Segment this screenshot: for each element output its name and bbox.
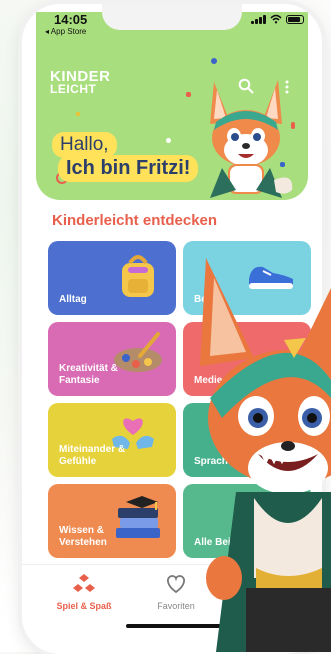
- signal-icon: [251, 14, 266, 24]
- confetti: [211, 58, 217, 64]
- fritzi-fox-mascot-large: [200, 258, 331, 652]
- back-to-app-store-link[interactable]: ◂ App Store: [45, 27, 86, 36]
- category-tile-miteinander-gefuehle[interactable]: Miteinander & Gefühle: [48, 403, 176, 477]
- backpack-icon: [122, 255, 154, 297]
- category-tile-alltag[interactable]: Alltag: [48, 241, 176, 315]
- tile-label: Wissen & Verstehen: [59, 525, 107, 548]
- tile-label: Kreativität & Fantasie: [59, 363, 118, 386]
- confetti: [76, 112, 80, 116]
- status-icons: [251, 14, 304, 24]
- app-logo: KINDER LEICHT: [50, 69, 111, 96]
- battery-icon: [286, 14, 304, 24]
- tile-label: Alltag: [59, 294, 87, 305]
- confetti: [186, 92, 191, 97]
- fritzi-fox-mascot-small: [210, 80, 293, 198]
- status-bar: 14:05 ◂ App Store: [22, 4, 322, 44]
- category-tile-wissen-verstehen[interactable]: Wissen & Verstehen: [48, 484, 176, 558]
- tile-label: Miteinander & Gefühle: [59, 444, 126, 467]
- nav-tab-label: Spiel & Spaß: [56, 601, 112, 611]
- play-blocks-icon: [73, 574, 95, 592]
- section-title: Kinderleicht entdecken: [52, 212, 218, 229]
- nav-tab-spiel-spass[interactable]: Spiel & Spaß: [44, 573, 124, 611]
- heart-outline-icon: [167, 575, 185, 594]
- wifi-icon: [270, 14, 282, 24]
- category-tile-kreativitaet-fantasie[interactable]: Kreativität & Fantasie: [48, 322, 176, 396]
- status-time: 14:05: [54, 12, 88, 27]
- greeting-name: Ich bin Fritzi!: [58, 155, 199, 182]
- confetti: [166, 138, 171, 143]
